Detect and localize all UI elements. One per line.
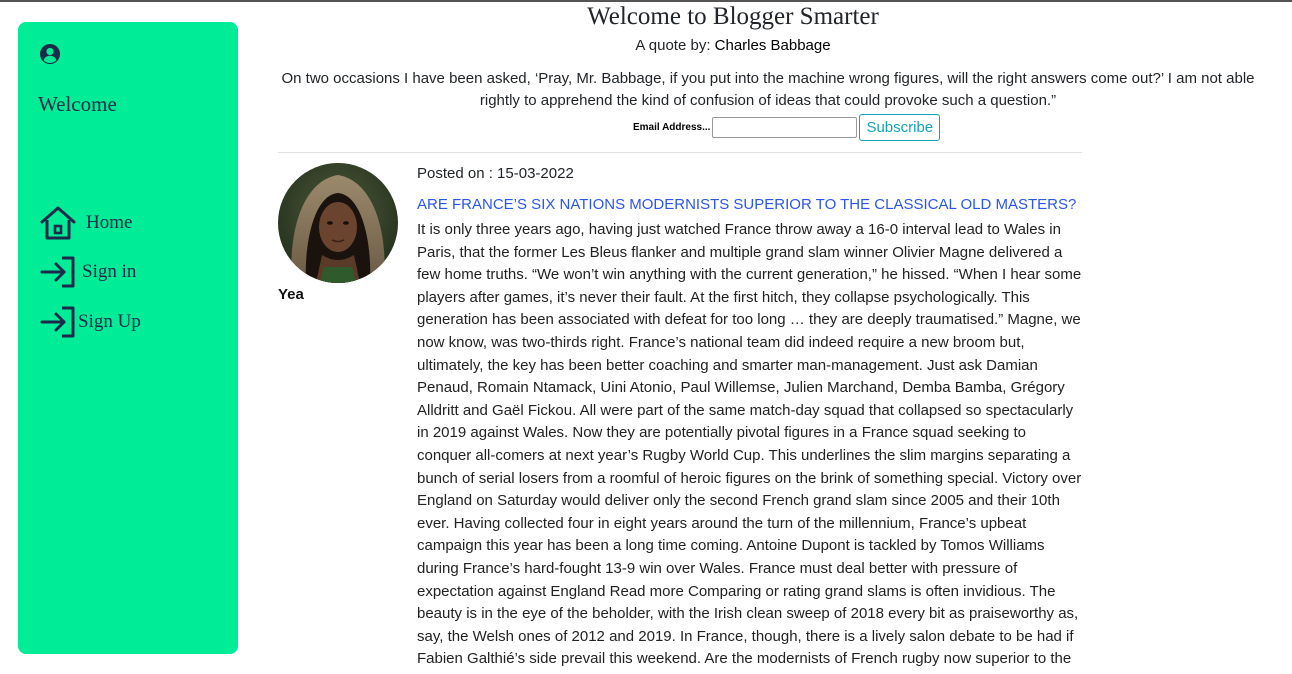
sidebar-item-label: Home bbox=[86, 212, 133, 233]
page-title: Welcome to Blogger Smarter bbox=[587, 3, 879, 30]
sidebar: Welcome Home Sign in Sign Up bbox=[18, 22, 238, 654]
email-label: Email Address... bbox=[633, 122, 711, 133]
quote-author: Charles Babbage bbox=[714, 37, 831, 54]
sign-up-icon bbox=[40, 306, 76, 338]
email-field[interactable] bbox=[712, 117, 858, 138]
author-name: Yea bbox=[278, 286, 304, 303]
home-icon bbox=[40, 206, 76, 240]
user-circle-icon[interactable] bbox=[39, 43, 61, 65]
subscribe-form: Email Address... Subscribe bbox=[633, 114, 941, 141]
post-body: It is only three years ago, having just … bbox=[417, 221, 1082, 668]
divider bbox=[278, 152, 1082, 153]
sign-in-icon bbox=[40, 256, 76, 288]
subscribe-button[interactable]: Subscribe bbox=[859, 114, 941, 141]
sidebar-item-label: Sign Up bbox=[78, 311, 141, 332]
quote-prefix: A quote by: bbox=[635, 37, 711, 54]
top-border bbox=[0, 0, 1292, 2]
author-avatar bbox=[278, 163, 398, 283]
sidebar-item-home[interactable]: Home bbox=[40, 206, 132, 240]
sidebar-item-sign-up[interactable]: Sign Up bbox=[40, 306, 141, 338]
post-title-link[interactable]: ARE FRANCE’S SIX NATIONS MODERNISTS SUPE… bbox=[417, 196, 1076, 213]
quote-text: On two occasions I have been asked, ‘Pra… bbox=[281, 70, 1255, 109]
sidebar-item-sign-in[interactable]: Sign in bbox=[40, 256, 136, 288]
quote-attribution: A quote by: Charles Babbage bbox=[278, 37, 1188, 54]
posted-date: Posted on : 15-03-2022 bbox=[417, 165, 574, 182]
sidebar-welcome: Welcome bbox=[38, 92, 117, 116]
sidebar-item-label: Sign in bbox=[82, 261, 137, 282]
